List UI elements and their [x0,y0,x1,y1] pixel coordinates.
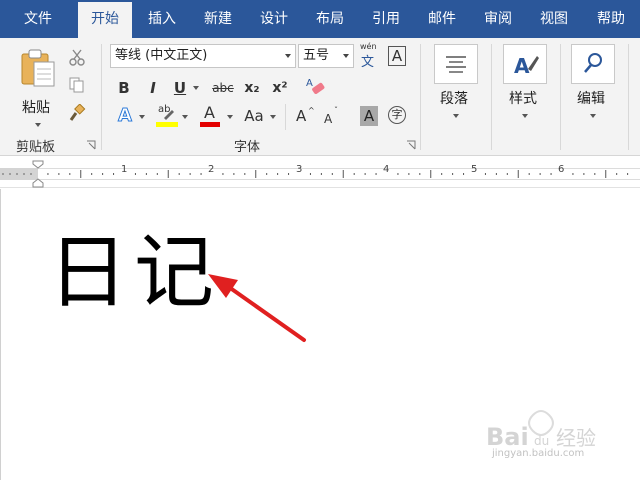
font-color-swatch [200,122,220,127]
grow-font-glyph: A [296,107,307,125]
caret-up-icon: ^ [308,106,315,115]
ruler-number: 5 [471,164,478,175]
document-text[interactable]: 日记 [48,225,220,321]
styles-label: 样式 [509,91,537,107]
chevron-down-icon[interactable] [227,115,233,119]
tab-review[interactable]: 审阅 [474,0,522,38]
phonetic-bottom: 文 [361,55,375,70]
paragraph-icon-frame [434,44,478,84]
cut-icon[interactable] [68,48,86,66]
ruler-number: 1 [121,164,128,175]
font-size-combo[interactable]: 五号 [298,44,354,68]
horizontal-ruler[interactable] [0,160,640,188]
font-launcher-icon[interactable] [406,140,416,150]
group-divider [285,104,286,130]
svg-text:du: du [534,434,549,448]
shrink-font-glyph: A [324,112,333,126]
tab-home[interactable]: 开始 [78,2,132,38]
shrink-font-button[interactable]: A ˇ [324,106,344,128]
copy-icon[interactable] [68,76,86,94]
paste-icon [21,49,55,87]
chevron-down-icon [343,54,349,58]
ruler-number: 4 [383,164,390,175]
clipboard-group-label: 剪贴板 [16,140,56,155]
highlight-button[interactable]: ab [156,104,178,128]
group-divider [628,44,629,150]
subscript-button[interactable]: x₂ [242,78,262,98]
group-divider [560,44,561,150]
marker-icon [164,110,174,120]
paste-label: 粘贴 [22,100,50,116]
font-name-value: 等线 (中文正文) [115,48,208,63]
grow-font-button[interactable]: A ^ [296,106,316,126]
styles-button[interactable]: A 样式 [501,44,549,134]
font-color-button[interactable]: A [200,103,220,128]
phonetic-top: wén [360,42,377,51]
tab-file[interactable]: 文件 [10,0,66,38]
paragraph-label: 段落 [440,91,468,107]
watermark-brand2: 经验 [556,426,596,450]
styles-icon: A [514,54,539,78]
group-divider [101,44,102,150]
superscript-button[interactable]: x² [270,78,290,98]
character-border-button[interactable]: A [388,46,406,66]
ribbon-tab-bar: 文件 开始 插入 新建 设计 布局 引用 邮件 审阅 视图 帮助 [0,0,640,38]
chevron-down-icon[interactable] [270,115,276,119]
font-color-glyph: A [204,103,215,122]
paste-button[interactable]: 粘贴 [14,46,58,127]
watermark-url: jingyan.baidu.com [492,448,585,459]
search-icon [584,53,602,73]
change-case-button[interactable]: Aa [242,106,266,126]
ruler-number: 3 [296,164,303,175]
baidu-watermark-logo: Bai du 经验 [486,410,596,451]
chevron-down-icon[interactable] [182,115,188,119]
clipboard-launcher-icon[interactable] [86,140,96,150]
chevron-down-icon[interactable] [139,115,145,119]
chevron-down-icon [285,54,291,58]
tab-mailings[interactable]: 邮件 [418,0,466,38]
font-group-label: 字体 [234,140,261,155]
chevron-down-icon [590,114,596,118]
editing-label: 编辑 [577,91,605,107]
clear-formatting-icon[interactable]: A [304,76,326,98]
tab-insert[interactable]: 插入 [138,0,186,38]
ribbon-home: 粘贴 剪贴板 等线 (中文正文) 五号 wén 文 A B I U abc x₂… [0,38,640,156]
ruler-number: 6 [558,164,565,175]
editing-icon-frame [571,44,615,84]
strikethrough-button[interactable]: abc [210,78,236,98]
underline-button[interactable]: U [172,78,188,98]
italic-button[interactable]: I [145,78,161,98]
paragraph-button[interactable]: 段落 [432,44,480,134]
tab-design[interactable]: 设计 [250,0,298,38]
font-size-value: 五号 [303,48,330,63]
enclose-characters-button[interactable]: 字 [388,106,406,124]
tab-layout[interactable]: 布局 [306,0,354,38]
tab-view[interactable]: 视图 [530,0,578,38]
bold-button[interactable]: B [116,78,132,98]
watermark-brand: Bai [486,423,529,451]
text-effect-button[interactable]: A [115,105,135,126]
group-divider [491,44,492,150]
svg-text:A: A [514,54,530,78]
tab-help[interactable]: 帮助 [586,0,636,38]
tab-references[interactable]: 引用 [362,0,410,38]
font-name-combo[interactable]: 等线 (中文正文) [110,44,296,68]
chevron-down-icon [453,114,459,118]
chevron-down-icon [522,114,528,118]
highlight-color-swatch [156,122,178,127]
phonetic-guide-button[interactable]: wén 文 [358,42,380,70]
format-painter-icon[interactable] [68,104,86,122]
tab-new[interactable]: 新建 [194,0,242,38]
svg-text:A: A [306,78,313,89]
editing-button[interactable]: 编辑 [569,44,617,134]
chevron-down-icon[interactable] [193,86,199,90]
paragraph-icon [446,56,466,73]
character-shading-button[interactable]: A [360,106,378,126]
group-divider [420,44,421,150]
ruler-number: 2 [208,164,215,175]
chevron-down-icon [35,123,41,127]
caret-down-small-icon: ˇ [334,106,338,115]
styles-icon-frame: A [503,44,547,84]
ruler-ticks [2,170,629,178]
